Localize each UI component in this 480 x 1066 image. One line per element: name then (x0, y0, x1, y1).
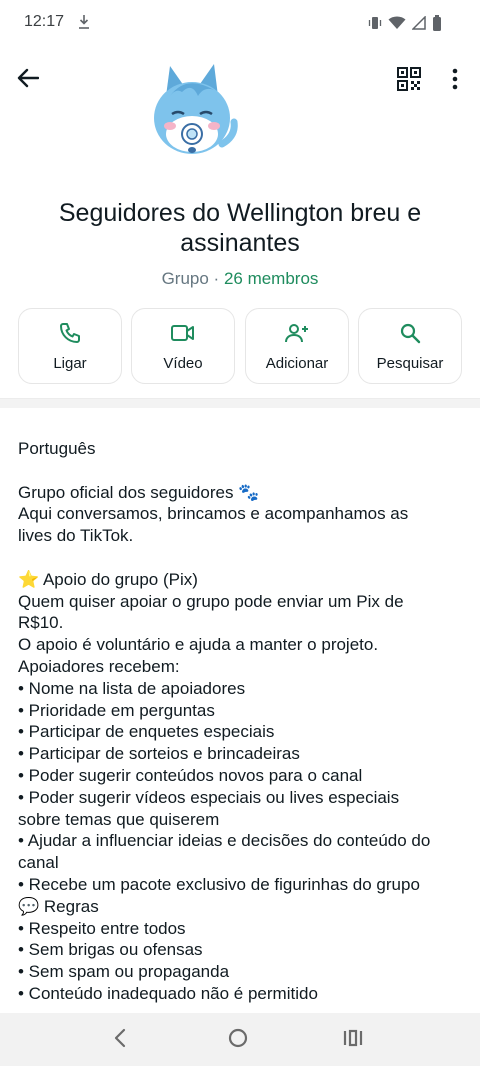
description-line: Grupo oficial dos seguidores 🐾 (18, 482, 260, 502)
system-nav-bar (0, 1013, 480, 1066)
video-button[interactable]: Vídeo (131, 308, 235, 384)
description-line: lives do TikTok. (18, 526, 134, 546)
add-label: Adicionar (265, 355, 329, 372)
members-count[interactable]: 26 membros (224, 269, 318, 288)
video-label: Vídeo (163, 355, 203, 372)
add-person-icon (246, 321, 348, 345)
description-blank (18, 460, 468, 482)
group-description: Português Grupo oficial dos seguidores 🐾… (18, 438, 468, 1005)
phone-icon (19, 321, 121, 345)
description-line: sobre temas que quiserem (18, 809, 220, 829)
description-line: • Sem spam ou propaganda (18, 962, 230, 982)
back-button[interactable] (12, 62, 44, 94)
nav-home-button[interactable] (227, 1027, 249, 1054)
signal-icon (412, 16, 426, 30)
wifi-icon (388, 16, 406, 29)
group-avatar[interactable] (136, 56, 248, 168)
description-line: • Participar de enquetes especiais (18, 722, 275, 742)
qr-code-button[interactable] (394, 64, 424, 94)
group-info-header: Seguidores do Wellington breu e assinant… (0, 48, 480, 404)
description-line: • Prioridade em perguntas (18, 700, 215, 720)
nav-recents-icon (343, 1029, 363, 1047)
group-type: Grupo (161, 269, 209, 288)
search-button[interactable]: Pesquisar (358, 308, 462, 384)
status-icons (368, 15, 442, 31)
description-line: 💬 Regras (18, 896, 99, 916)
description-line: ⭐ Apoio do grupo (Pix) (18, 569, 198, 589)
nav-recents-button[interactable] (342, 1027, 364, 1054)
battery-icon (433, 15, 441, 31)
description-line: O apoio é voluntário e ajuda a manter o … (18, 635, 379, 655)
meta-separator: · (208, 269, 224, 288)
call-button[interactable]: Ligar (18, 308, 122, 384)
description-line: • Poder sugerir conteúdos novos para o c… (18, 765, 363, 785)
search-label: Pesquisar (376, 355, 444, 372)
search-icon (359, 321, 461, 345)
video-icon (132, 321, 234, 345)
nav-back-icon (114, 1028, 126, 1048)
description-line: • Nome na lista de apoiadores (18, 678, 246, 698)
description-line: Quem quiser apoiar o grupo pode enviar u… (18, 591, 404, 611)
nav-back-button[interactable] (110, 1027, 130, 1054)
section-divider (0, 398, 480, 408)
description-line: R$10. (18, 613, 64, 633)
download-icon (78, 14, 90, 35)
status-bar: 12:17 (0, 0, 480, 48)
description-line: • Participar de sorteios e brincadeiras (18, 744, 300, 764)
description-line: Apoiadores recebem: (18, 656, 180, 676)
description-line: • Ajudar a influenciar ideias e decisões… (18, 831, 431, 851)
add-button[interactable]: Adicionar (245, 308, 349, 384)
action-buttons: Ligar Vídeo Adicionar Pesquisar (18, 308, 462, 384)
description-blank (18, 547, 468, 569)
group-meta: Grupo · 26 membros (0, 269, 480, 289)
description-line: Português (18, 439, 96, 458)
description-line: Aqui conversamos, brincamos e acompanham… (18, 504, 409, 524)
vibrate-icon (368, 17, 382, 29)
description-line: • Poder sugerir vídeos especiais ou live… (18, 787, 400, 807)
call-label: Ligar (53, 355, 87, 372)
more-options-button[interactable] (443, 64, 467, 94)
description-line: • Sem brigas ou ofensas (18, 940, 203, 960)
status-time: 12:17 (24, 13, 65, 30)
group-name: Seguidores do Wellington breu e assinant… (58, 199, 422, 257)
description-line: • Conteúdo inadequado não é permitido (18, 983, 318, 1003)
more-vert-icon (452, 68, 458, 90)
arrow-back-icon (17, 68, 39, 88)
qr-code-icon (397, 67, 421, 91)
description-line: • Respeito entre todos (18, 918, 186, 938)
description-line: canal (18, 853, 59, 873)
description-line: • Recebe um pacote exclusivo de figurinh… (18, 874, 420, 894)
nav-home-icon (228, 1028, 248, 1048)
